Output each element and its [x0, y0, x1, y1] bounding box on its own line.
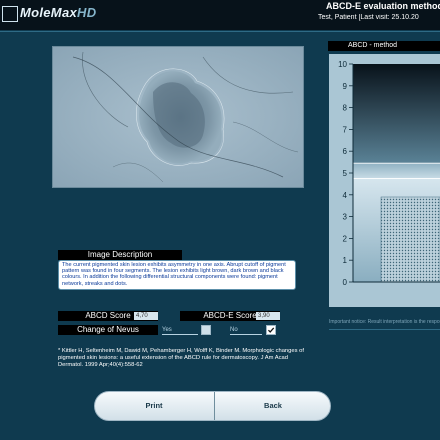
change-of-nevus-label: Change of Nevus [58, 325, 158, 335]
abcd-score-value: 4,70 [134, 312, 158, 320]
page-title: ABCD-E evaluation method [326, 1, 440, 11]
app-logo: MoleMaxHD [20, 5, 96, 20]
chart-zone [353, 64, 440, 164]
abcd-score-chart: 10 9 8 7 6 5 4 3 2 1 0 [329, 54, 440, 307]
no-label: No [230, 326, 262, 335]
checkmark-icon [267, 327, 275, 333]
header-divider [0, 31, 440, 32]
reference-citation: * Kittler H, Seltenheim M, Dawid M, Peha… [58, 348, 304, 368]
yes-checkbox[interactable] [201, 325, 211, 335]
back-button[interactable]: Back [214, 392, 330, 420]
image-description-title: Image Description [58, 250, 182, 260]
chart-header: ABCD - method [328, 41, 440, 51]
abcde-score-value: 3,90 [256, 312, 280, 320]
yes-label: Yes [162, 326, 198, 335]
logo-name: MoleMax [20, 5, 78, 20]
y-tick-label: 4 [343, 191, 348, 200]
y-tick-label: 7 [343, 125, 348, 134]
y-tick-label: 1 [343, 256, 348, 265]
y-tick-label: 6 [343, 147, 348, 156]
y-tick-label: 8 [343, 104, 348, 113]
important-notice: Important notice: Result interpretation … [329, 315, 440, 330]
abcde-score-bar [380, 196, 440, 283]
no-checkbox[interactable] [266, 325, 276, 335]
patient-info: Test, Patient [Last visit: 25.10.20 [318, 14, 419, 21]
y-tick-label: 3 [343, 213, 348, 222]
title-bar: MoleMaxHD ABCD-E evaluation method Test,… [0, 0, 440, 30]
y-tick-label: 0 [343, 278, 348, 287]
print-button[interactable]: Print [95, 392, 213, 420]
y-tick-label: 9 [343, 82, 348, 91]
y-tick-label: 5 [343, 169, 348, 178]
action-button-group: Print Back [94, 391, 331, 421]
chart-zone [353, 163, 440, 179]
y-tick-label: 2 [343, 234, 348, 243]
logo-suffix: HD [77, 5, 97, 20]
lesion-image [52, 46, 304, 188]
y-tick-label: 10 [338, 60, 347, 69]
image-description-text: The current pigmented skin lesion exhibi… [58, 260, 296, 290]
molemax-logo-icon [2, 6, 18, 22]
